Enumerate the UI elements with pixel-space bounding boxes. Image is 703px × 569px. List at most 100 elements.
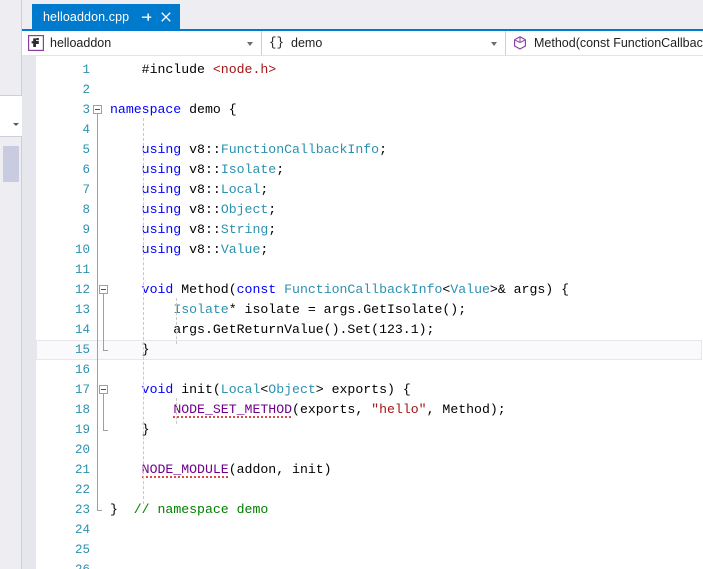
- line-number: 14: [74, 323, 90, 337]
- navigation-bar: helloaddon {} demo Method(const Function…: [22, 31, 703, 56]
- code-line[interactable]: 22: [22, 480, 703, 500]
- code-token: using: [141, 182, 182, 197]
- fold-toggle-icon[interactable]: [93, 105, 102, 114]
- code-token: v8::: [181, 182, 221, 197]
- namespace-dropdown[interactable]: {} demo: [262, 31, 506, 55]
- line-number: 18: [74, 403, 90, 417]
- code-token: Isolate: [173, 302, 229, 317]
- code-line-text: using v8::Object;: [110, 200, 277, 220]
- code-line[interactable]: 9 using v8::String;: [22, 220, 703, 240]
- code-line[interactable]: 5 using v8::FunctionCallbackInfo;: [22, 140, 703, 160]
- code-line[interactable]: 14 args.GetReturnValue().Set(123.1);: [22, 320, 703, 340]
- fold-region-foot: [103, 430, 108, 431]
- left-strip-scrollbar-thumb[interactable]: [3, 146, 19, 182]
- line-number: 5: [82, 143, 90, 157]
- close-icon[interactable]: [159, 10, 173, 24]
- code-line[interactable]: 11: [22, 260, 703, 280]
- line-number: 24: [74, 523, 90, 537]
- method-icon: [512, 35, 528, 51]
- code-line[interactable]: 18 NODE_SET_METHOD(exports, "hello", Met…: [22, 400, 703, 420]
- code-line[interactable]: 3 namespace demo {: [22, 100, 703, 120]
- code-token: Object: [268, 382, 316, 397]
- code-line[interactable]: 26: [22, 560, 703, 569]
- pin-icon[interactable]: [139, 10, 153, 24]
- line-number: 13: [74, 303, 90, 317]
- code-token: FunctionCallbackInfo: [220, 142, 380, 157]
- code-line[interactable]: 7 using v8::Local;: [22, 180, 703, 200]
- project-dropdown[interactable]: helloaddon: [22, 31, 262, 55]
- code-token: namespace: [110, 102, 182, 117]
- code-line[interactable]: 4: [22, 120, 703, 140]
- code-line[interactable]: 10 using v8::Value;: [22, 240, 703, 260]
- code-token: args.GetReturnValue().Set(123.1);: [110, 322, 435, 337]
- visual-studio-editor-window: helloaddon.cpp helloaddon {} demo Method…: [0, 0, 703, 569]
- code-token: #include: [141, 62, 213, 77]
- code-token: (exports,: [292, 402, 372, 417]
- code-token: v8::: [181, 142, 221, 157]
- code-line[interactable]: 13 Isolate* isolate = args.GetIsolate();: [22, 300, 703, 320]
- code-surface[interactable]: 1 #include <node.h> 2 3 namespace demo {4 5 …: [22, 56, 703, 569]
- code-token: (addon, init): [228, 462, 332, 477]
- code-line[interactable]: 21 NODE_MODULE(addon, init): [22, 460, 703, 480]
- indent-guide: [143, 118, 144, 504]
- code-token: "hello": [371, 402, 427, 417]
- code-line[interactable]: 6 using v8::Isolate;: [22, 160, 703, 180]
- code-token: v8::: [181, 162, 221, 177]
- code-line[interactable]: 25: [22, 540, 703, 560]
- member-dropdown[interactable]: Method(const FunctionCallback: [506, 31, 703, 55]
- line-number: 1: [82, 63, 90, 77]
- code-token: }: [110, 502, 134, 517]
- code-line[interactable]: 12 void Method(const FunctionCallbackInf…: [22, 280, 703, 300]
- code-line[interactable]: 1 #include <node.h>: [22, 60, 703, 80]
- chevron-down-icon[interactable]: [491, 42, 497, 46]
- code-token: ;: [268, 222, 277, 237]
- code-line[interactable]: 23} // namespace demo: [22, 500, 703, 520]
- fold-toggle-icon[interactable]: [99, 385, 108, 394]
- code-line[interactable]: 16: [22, 360, 703, 380]
- code-line[interactable]: 20: [22, 440, 703, 460]
- code-token: String: [220, 222, 269, 237]
- code-line[interactable]: 15 }: [22, 340, 703, 360]
- left-tool-strip[interactable]: [0, 0, 22, 569]
- code-token: void: [141, 382, 174, 397]
- code-line-text: using v8::String;: [110, 220, 277, 240]
- indent-guide: [176, 298, 177, 344]
- line-number: 10: [74, 243, 90, 257]
- code-token: using: [141, 162, 182, 177]
- code-token: Value: [220, 242, 261, 257]
- code-line[interactable]: 19 }: [22, 420, 703, 440]
- line-number: 3: [82, 103, 90, 117]
- member-dropdown-value: Method(const FunctionCallback: [534, 36, 703, 50]
- code-editor[interactable]: 1 #include <node.h> 2 3 namespace demo {4 5 …: [22, 56, 703, 569]
- code-line[interactable]: 24: [22, 520, 703, 540]
- code-folding-column[interactable]: [92, 56, 177, 569]
- code-token: ;: [268, 202, 277, 217]
- document-tab-helloaddon-cpp[interactable]: helloaddon.cpp: [32, 4, 181, 30]
- code-line[interactable]: 2: [22, 80, 703, 100]
- code-line-text: using v8::Value;: [110, 240, 269, 260]
- code-line[interactable]: 17 void init(Local<Object> exports) {: [22, 380, 703, 400]
- line-number: 9: [82, 223, 90, 237]
- code-token: using: [141, 242, 182, 257]
- code-token: Local: [220, 382, 261, 397]
- fold-region-line: [103, 394, 104, 430]
- line-number: 4: [82, 123, 90, 137]
- code-line-text: using v8::Isolate;: [110, 160, 284, 180]
- code-token: // namespace demo: [133, 502, 269, 517]
- line-number: 11: [74, 263, 90, 277]
- chevron-down-icon[interactable]: [247, 42, 253, 46]
- code-token: ;: [276, 162, 285, 177]
- left-strip-peek-panel[interactable]: [0, 95, 22, 137]
- line-number: 2: [82, 83, 90, 97]
- fold-toggle-icon[interactable]: [99, 285, 108, 294]
- line-number: 23: [74, 503, 90, 517]
- line-number: 15: [74, 343, 90, 357]
- code-line[interactable]: 8 using v8::Object;: [22, 200, 703, 220]
- code-line-text: using v8::Local;: [110, 180, 269, 200]
